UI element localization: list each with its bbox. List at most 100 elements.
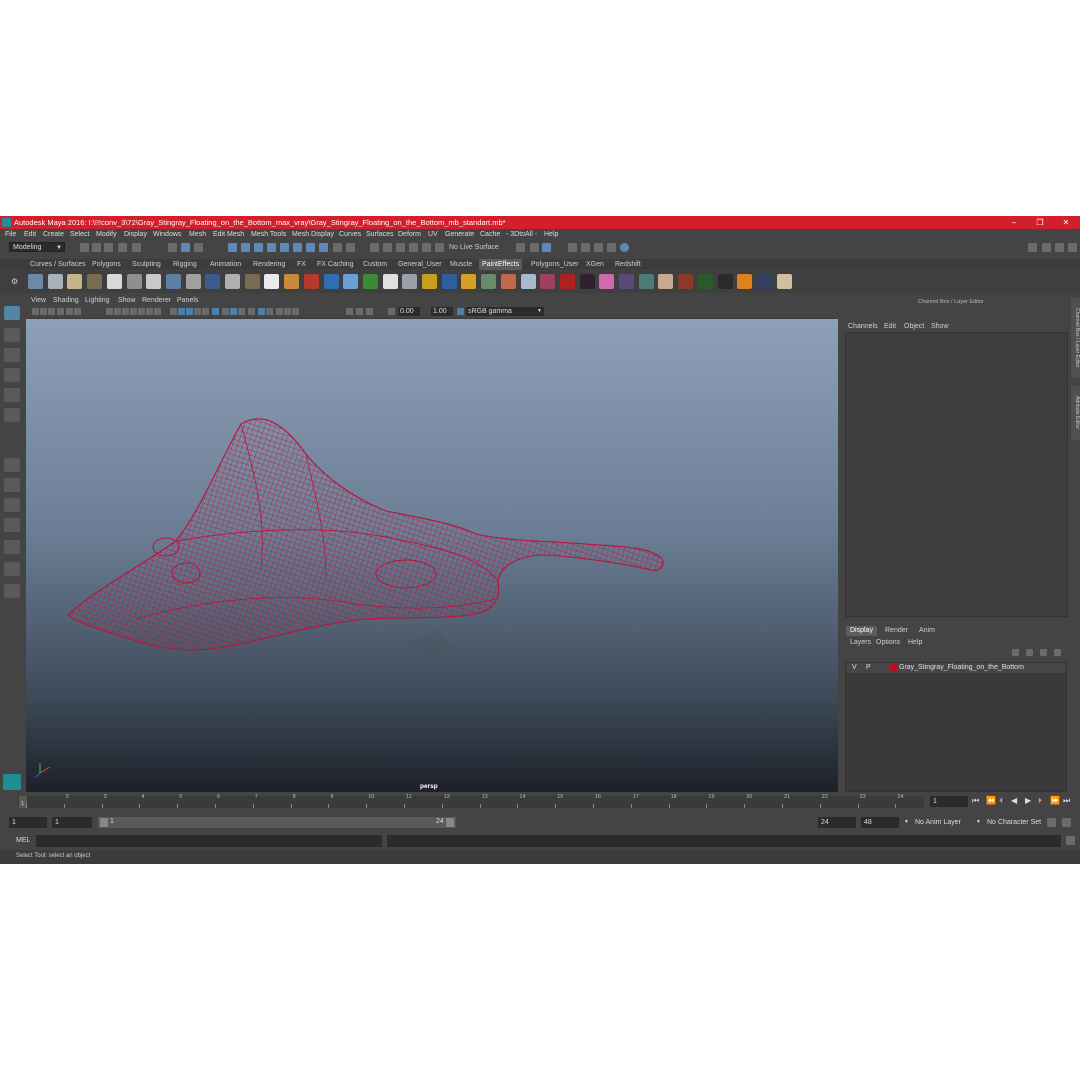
paint-effects-water-icon[interactable] bbox=[599, 274, 615, 289]
bookmarks-icon[interactable] bbox=[48, 308, 55, 315]
paint-effects-brush-icon[interactable] bbox=[422, 274, 437, 289]
menu-generate[interactable]: Generate bbox=[445, 231, 474, 238]
paint-effects-leaves-icon[interactable] bbox=[520, 274, 536, 289]
paint-effects-brush-icon[interactable] bbox=[28, 274, 43, 289]
command-language-label[interactable]: MEL bbox=[16, 837, 30, 844]
field-chart-icon[interactable] bbox=[138, 308, 145, 315]
render-frame-icon[interactable] bbox=[581, 243, 590, 252]
go-to-start-icon[interactable]: ⏮ bbox=[972, 796, 979, 806]
shelf-tab-polygons-user[interactable]: Polygons_User bbox=[531, 261, 578, 268]
film-gate-icon[interactable] bbox=[114, 308, 121, 315]
play-backwards-icon[interactable]: ◀ bbox=[1011, 796, 1017, 805]
paint-effects-feather-icon[interactable] bbox=[481, 274, 497, 289]
snap-live-icon[interactable] bbox=[435, 243, 444, 252]
viewport-menu-lighting[interactable]: Lighting bbox=[85, 297, 110, 304]
shelf-tab-rigging[interactable]: Rigging bbox=[173, 261, 197, 268]
shelf-tab-curves-surfaces[interactable]: Curves / Surfaces bbox=[30, 261, 86, 268]
snap-view-plane-icon[interactable] bbox=[409, 243, 418, 252]
menu-create[interactable]: Create bbox=[43, 231, 64, 238]
shelf-tab-muscle[interactable]: Muscle bbox=[450, 261, 472, 268]
camera-attributes-icon[interactable] bbox=[40, 308, 47, 315]
current-frame-field[interactable]: 1 bbox=[930, 796, 968, 807]
menu-edit[interactable]: Edit bbox=[24, 231, 36, 238]
save-scene-icon[interactable] bbox=[104, 243, 113, 252]
step-forward-key-icon[interactable]: ⏩ bbox=[1050, 796, 1060, 805]
scale-tool-icon[interactable] bbox=[4, 408, 20, 422]
menu-windows[interactable]: Windows bbox=[153, 231, 181, 238]
layer-visibility-toggle[interactable]: V bbox=[852, 664, 857, 671]
smooth-shade-icon[interactable] bbox=[178, 308, 185, 315]
paint-effects-smoke-icon[interactable] bbox=[737, 274, 753, 289]
shelf-tab-xgen[interactable]: XGen bbox=[586, 261, 604, 268]
hypershade-layout-icon[interactable] bbox=[4, 562, 20, 576]
menu-uv[interactable]: UV bbox=[428, 231, 438, 238]
playblast-icon[interactable] bbox=[356, 308, 363, 315]
layer-tab-anim[interactable]: Anim bbox=[915, 626, 939, 636]
modeling-toolkit-icon[interactable] bbox=[1042, 243, 1051, 252]
two-view-layout-icon[interactable] bbox=[4, 498, 20, 512]
exposure-field[interactable]: 0.00 bbox=[398, 307, 420, 316]
play-forwards-icon[interactable]: ▶ bbox=[1025, 796, 1031, 805]
paint-effects-water-icon[interactable] bbox=[205, 274, 221, 289]
lock-icon[interactable] bbox=[333, 243, 342, 252]
animation-preferences-icon[interactable] bbox=[1062, 818, 1071, 827]
layer-tab-render[interactable]: Render bbox=[881, 626, 912, 636]
menu-mesh-display[interactable]: Mesh Display bbox=[292, 231, 334, 238]
paint-effects-bubble-icon[interactable] bbox=[323, 274, 339, 289]
paint-effects-fur-icon[interactable] bbox=[303, 274, 319, 289]
output-ops-icon[interactable] bbox=[530, 243, 539, 252]
paint-effects-sky-icon[interactable] bbox=[382, 274, 398, 289]
select-component-icon[interactable] bbox=[194, 243, 203, 252]
highlight-icon[interactable] bbox=[346, 243, 355, 252]
menu-surfaces[interactable]: Surfaces bbox=[366, 231, 394, 238]
paint-effects-hair-icon[interactable] bbox=[284, 274, 300, 289]
paint-effects-fire-icon[interactable] bbox=[619, 274, 634, 289]
paint-effects-lightning-icon[interactable] bbox=[756, 274, 772, 289]
mask-surfaces-icon[interactable] bbox=[267, 243, 276, 252]
paint-effects-cloud-icon[interactable] bbox=[579, 274, 595, 289]
mask-dynamics-icon[interactable] bbox=[293, 243, 302, 252]
shelf-tab-polygons[interactable]: Polygons bbox=[92, 261, 121, 268]
layer-row[interactable]: V P Gray_Stingray_Floating_on_the_Bottom bbox=[846, 663, 1066, 673]
color-management-icon[interactable] bbox=[457, 308, 464, 315]
mask-misc-icon[interactable] bbox=[319, 243, 328, 252]
command-input[interactable] bbox=[36, 835, 382, 847]
channel-box-menu-channels[interactable]: Channels bbox=[848, 323, 878, 330]
viewport-menu-show[interactable]: Show bbox=[118, 297, 136, 304]
grease-pencil-icon[interactable] bbox=[74, 308, 81, 315]
menu-mesh[interactable]: Mesh bbox=[189, 231, 206, 238]
playback-end-field[interactable]: 24 bbox=[818, 817, 856, 828]
mask-joints-icon[interactable] bbox=[241, 243, 250, 252]
side-tab-attribute-editor[interactable]: Attribute Editor bbox=[1071, 386, 1080, 440]
mask-curves-icon[interactable] bbox=[254, 243, 263, 252]
step-back-key-icon[interactable]: ⏪ bbox=[986, 796, 996, 805]
layer-menu-help[interactable]: Help bbox=[908, 639, 922, 646]
mode-dropdown[interactable]: Modeling ▼ bbox=[9, 242, 65, 252]
shelf-tab-fx[interactable]: FX bbox=[297, 261, 306, 268]
range-start-handle[interactable] bbox=[100, 818, 108, 827]
paint-effects-light-icon[interactable] bbox=[658, 274, 674, 289]
menu-help[interactable]: Help bbox=[544, 231, 558, 238]
anti-aliasing-icon[interactable] bbox=[230, 308, 237, 315]
channel-box-toggle-icon[interactable] bbox=[1068, 243, 1077, 252]
attribute-editor-toggle-icon[interactable] bbox=[1055, 243, 1064, 252]
gate-mask-icon[interactable] bbox=[130, 308, 137, 315]
auto-key-icon[interactable] bbox=[1047, 818, 1056, 827]
perspective-view[interactable]: persp bbox=[26, 319, 838, 792]
paint-effects-tube-icon[interactable] bbox=[67, 274, 83, 289]
shelf-tab-animation[interactable]: Animation bbox=[210, 261, 241, 268]
mask-deformations-icon[interactable] bbox=[280, 243, 289, 252]
color-space-dropdown[interactable]: sRGB gamma ▼ bbox=[466, 307, 544, 316]
2d-pan-zoom-icon[interactable] bbox=[66, 308, 73, 315]
move-layer-up-icon[interactable] bbox=[1012, 649, 1019, 656]
shelf-tab-painteffects[interactable]: PaintEffects bbox=[479, 259, 523, 270]
single-view-layout-icon[interactable] bbox=[4, 458, 20, 472]
maximize-button[interactable]: ❐ bbox=[1028, 216, 1052, 229]
channel-box-menu-object[interactable]: Object bbox=[904, 323, 924, 330]
paint-effects-sky-icon[interactable] bbox=[776, 274, 792, 289]
paint-effects-rock-icon[interactable] bbox=[638, 274, 654, 289]
hypershade-icon[interactable] bbox=[620, 243, 629, 252]
select-hierarchy-icon[interactable] bbox=[168, 243, 177, 252]
viewport-menu-panels[interactable]: Panels bbox=[177, 297, 198, 304]
paint-effects-rock-icon[interactable] bbox=[244, 274, 260, 289]
